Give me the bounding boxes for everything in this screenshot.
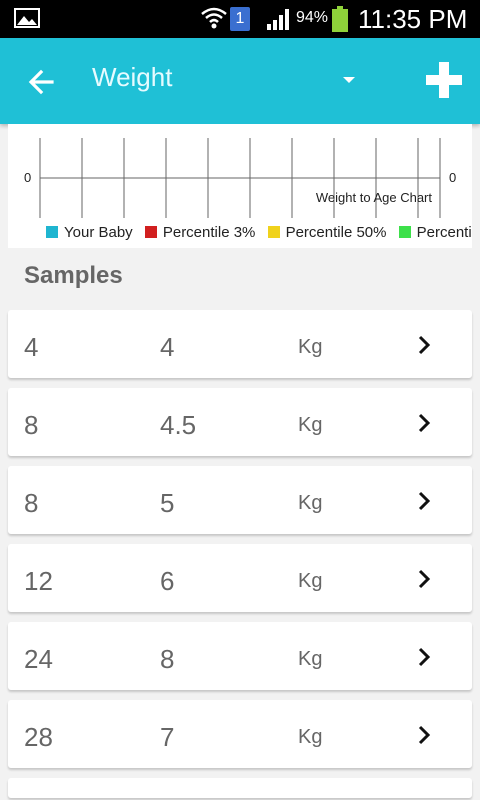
sample-unit: Kg	[298, 336, 323, 358]
signal-icon	[267, 9, 289, 30]
sample-row[interactable]: 28 7 Kg	[8, 700, 472, 768]
chart-caption: Weight to Age Chart	[316, 190, 432, 205]
legend-item-percentile-97: Percentile 97%	[398, 224, 472, 241]
sample-row-partial[interactable]	[8, 778, 472, 798]
samples-list: 4 4 Kg 8 4.5 Kg 8 5 Kg 12 6 Kg 24 8 Kg 2…	[8, 310, 472, 798]
page-title[interactable]: Weight	[92, 62, 172, 93]
chart-legend: Your Baby Percentile 3% Percentile 50% P…	[46, 224, 472, 241]
sample-weight: 8	[160, 644, 175, 674]
sample-weight: 6	[160, 566, 175, 596]
legend-item-percentile-3: Percentile 3%	[144, 224, 255, 241]
legend-swatch	[398, 226, 411, 238]
sample-row[interactable]: 8 5 Kg	[8, 466, 472, 534]
chevron-right-icon[interactable]	[412, 333, 436, 357]
sample-age: 8	[24, 488, 39, 518]
clock: 11:35 PM	[358, 4, 468, 34]
weight-chart: 0 0 Weight to Age Chart Your Baby Percen…	[8, 124, 472, 248]
sample-unit: Kg	[298, 726, 323, 748]
sample-weight: 7	[160, 722, 175, 752]
battery-icon	[332, 6, 348, 32]
sample-age: 8	[24, 410, 39, 440]
sample-weight: 4.5	[160, 410, 197, 440]
sample-unit: Kg	[298, 648, 323, 670]
legend-swatch	[144, 226, 157, 238]
chevron-right-icon[interactable]	[412, 567, 436, 591]
app-bar: Weight	[0, 38, 480, 124]
samples-heading: Samples	[24, 262, 123, 289]
back-arrow-icon[interactable]	[24, 64, 60, 100]
legend-item-your-baby: Your Baby	[46, 224, 133, 241]
dropdown-arrow-icon[interactable]	[336, 70, 362, 90]
sample-age: 28	[24, 722, 53, 752]
sample-row[interactable]: 4 4 Kg	[8, 310, 472, 378]
legend-swatch	[46, 226, 58, 238]
sample-age: 4	[24, 332, 39, 362]
left-axis-label: 0	[24, 170, 31, 185]
sample-unit: Kg	[298, 570, 323, 592]
sample-unit: Kg	[298, 492, 323, 514]
chevron-right-icon[interactable]	[412, 645, 436, 669]
battery-percentage: 94%	[296, 9, 329, 26]
chevron-right-icon[interactable]	[412, 411, 436, 435]
status-bar: 1 94% 11:35 PM	[0, 0, 480, 38]
sample-age: 24	[24, 644, 53, 674]
sample-unit: Kg	[298, 414, 323, 436]
sample-weight: 4	[160, 332, 175, 362]
sample-row[interactable]: 12 6 Kg	[8, 544, 472, 612]
wifi-icon	[201, 7, 227, 29]
sample-weight: 5	[160, 488, 175, 518]
legend-item-percentile-50: Percentile 50%	[267, 224, 386, 241]
notification-badge: 1	[230, 7, 250, 31]
add-icon[interactable]	[424, 60, 464, 100]
legend-swatch	[267, 226, 280, 238]
right-axis-label: 0	[449, 170, 456, 185]
sample-age: 12	[24, 566, 53, 596]
sample-row[interactable]: 24 8 Kg	[8, 622, 472, 690]
image-icon	[14, 8, 40, 28]
chevron-right-icon[interactable]	[412, 489, 436, 513]
sample-row[interactable]: 8 4.5 Kg	[8, 388, 472, 456]
chevron-right-icon[interactable]	[412, 723, 436, 747]
